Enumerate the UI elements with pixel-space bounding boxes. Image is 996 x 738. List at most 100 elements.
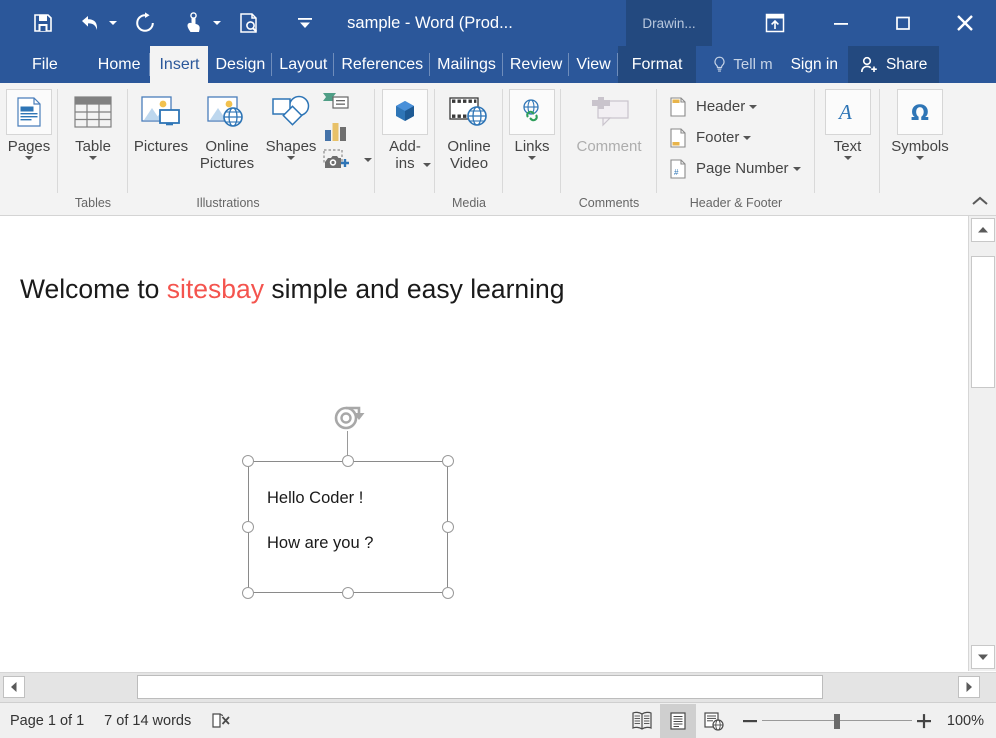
smartart-button[interactable]	[322, 89, 372, 115]
textbox-frame[interactable]: Hello Coder ! How are you ?	[248, 461, 448, 593]
vertical-scroll-thumb[interactable]	[971, 256, 995, 388]
screenshot-button[interactable]	[322, 147, 372, 173]
tab-file[interactable]: File	[16, 46, 74, 83]
table-label: Table	[75, 138, 111, 155]
tab-references[interactable]: References	[334, 46, 431, 83]
add-ins-dropdown-icon[interactable]	[423, 163, 431, 167]
omega-symbol-icon: Ω	[897, 89, 943, 135]
shapes-button[interactable]: Shapes	[260, 89, 322, 160]
text-dropdown-icon[interactable]	[844, 156, 852, 160]
resize-handle-top-left[interactable]	[242, 455, 254, 467]
restore-icon[interactable]	[872, 0, 934, 46]
cover-page-icon	[6, 89, 52, 135]
tell-me-box[interactable]: Tell m	[704, 46, 780, 83]
ribbon-group-header-footer: Header Footer # Page Number Header & Foo…	[657, 83, 815, 215]
tab-insert[interactable]: Insert	[150, 46, 209, 83]
undo-dropdown-icon[interactable]	[106, 3, 120, 43]
resize-handle-bottom-left[interactable]	[242, 587, 254, 599]
tab-home[interactable]: Home	[88, 46, 151, 83]
scroll-right-arrow[interactable]	[958, 676, 980, 698]
touch-mode-dropdown-icon[interactable]	[210, 3, 224, 43]
table-button[interactable]: Table	[58, 89, 128, 160]
shapes-dropdown-icon[interactable]	[287, 156, 295, 160]
footer-button[interactable]: Footer	[667, 122, 801, 153]
table-dropdown-icon[interactable]	[89, 156, 97, 160]
page-indicator[interactable]: Page 1 of 1	[0, 713, 94, 729]
word-count[interactable]: 7 of 14 words	[94, 713, 201, 729]
redo-icon[interactable]	[128, 3, 162, 43]
tab-review[interactable]: Review	[503, 46, 570, 83]
tab-design[interactable]: Design	[208, 46, 273, 83]
comment-button[interactable]: Comment	[561, 89, 657, 155]
rotate-handle-icon	[329, 403, 367, 440]
online-video-button[interactable]: Online Video	[435, 89, 503, 172]
online-pictures-button[interactable]: Online Pictures	[194, 89, 260, 172]
title-bar: sample - Word (Prod... Drawin...	[0, 0, 996, 46]
selected-textbox[interactable]: Hello Coder ! How are you ?	[242, 406, 454, 599]
pages-dropdown-icon[interactable]	[25, 156, 33, 160]
undo-icon[interactable]	[72, 3, 106, 43]
header-footer-group-label: Header & Footer	[689, 196, 783, 210]
add-ins-label: Add- ins	[389, 138, 421, 172]
minimize-icon[interactable]	[810, 0, 872, 46]
screenshot-dropdown-icon[interactable]	[364, 158, 372, 162]
close-icon[interactable]	[934, 0, 996, 46]
zoom-level-label[interactable]: 100%	[936, 713, 996, 729]
proofing-errors-icon[interactable]	[201, 712, 243, 730]
footer-label: Footer	[696, 129, 740, 146]
sign-in-button[interactable]: Sign in	[781, 46, 848, 83]
tab-layout[interactable]: Layout	[272, 46, 335, 83]
web-layout-view-button[interactable]	[696, 704, 732, 738]
resize-handle-top-center[interactable]	[342, 455, 354, 467]
horizontal-scrollbar[interactable]	[0, 672, 996, 702]
text-button[interactable]: A Text	[815, 89, 880, 160]
tab-format[interactable]: Format	[617, 46, 697, 83]
links-dropdown-icon[interactable]	[528, 156, 536, 160]
footer-dropdown-icon[interactable]	[743, 136, 751, 140]
read-mode-view-button[interactable]	[624, 704, 660, 738]
symbols-dropdown-icon[interactable]	[916, 156, 924, 160]
symbols-button[interactable]: Ω Symbols	[880, 89, 960, 160]
ribbon-group-media: Online Video Media	[435, 83, 503, 215]
resize-handle-middle-right[interactable]	[442, 521, 454, 533]
rotation-handle[interactable]	[334, 406, 365, 461]
illustrations-group-label: Illustrations	[196, 196, 260, 210]
resize-handle-top-right[interactable]	[442, 455, 454, 467]
resize-handle-bottom-right[interactable]	[442, 587, 454, 599]
ribbon-display-icon[interactable]	[740, 0, 810, 46]
customize-quick-access-toolbar-icon[interactable]	[288, 3, 322, 43]
add-ins-button[interactable]: Add- ins	[375, 89, 435, 172]
tab-view[interactable]: View	[569, 46, 619, 83]
media-group-label: Media	[451, 196, 487, 210]
scroll-down-arrow[interactable]	[971, 645, 995, 669]
zoom-in-button[interactable]	[912, 706, 936, 736]
print-layout-view-button[interactable]	[660, 703, 696, 738]
zoom-slider[interactable]	[762, 706, 912, 736]
horizontal-scroll-thumb[interactable]	[137, 675, 823, 699]
zoom-out-button[interactable]	[738, 706, 762, 736]
header-button[interactable]: Header	[667, 91, 801, 122]
scroll-left-arrow[interactable]	[3, 676, 25, 698]
print-preview-icon[interactable]	[232, 3, 266, 43]
links-button[interactable]: Links	[503, 89, 561, 160]
symbols-label: Symbols	[891, 138, 949, 155]
save-icon[interactable]	[26, 3, 60, 43]
page-number-dropdown-icon[interactable]	[793, 167, 801, 171]
scroll-up-arrow[interactable]	[971, 218, 995, 242]
tab-mailings[interactable]: Mailings	[430, 46, 503, 83]
vertical-scrollbar[interactable]	[968, 216, 996, 671]
zoom-control: 100%	[738, 706, 996, 736]
document-canvas[interactable]: Welcome to sitesbay simple and easy lear…	[0, 216, 968, 671]
textbox-line-2: How are you ?	[267, 534, 374, 552]
zoom-slider-knob[interactable]	[834, 713, 840, 729]
page-number-button[interactable]: # Page Number	[667, 153, 801, 184]
header-dropdown-icon[interactable]	[749, 105, 757, 109]
chart-button[interactable]	[322, 118, 372, 144]
resize-handle-middle-left[interactable]	[242, 521, 254, 533]
pages-button[interactable]: Pages	[0, 89, 58, 160]
resize-handle-bottom-center[interactable]	[342, 587, 354, 599]
share-button[interactable]: Share	[847, 46, 940, 83]
touch-mode-icon[interactable]	[176, 3, 210, 43]
pictures-button[interactable]: Pictures	[128, 89, 194, 155]
collapse-ribbon-button[interactable]	[971, 194, 989, 212]
